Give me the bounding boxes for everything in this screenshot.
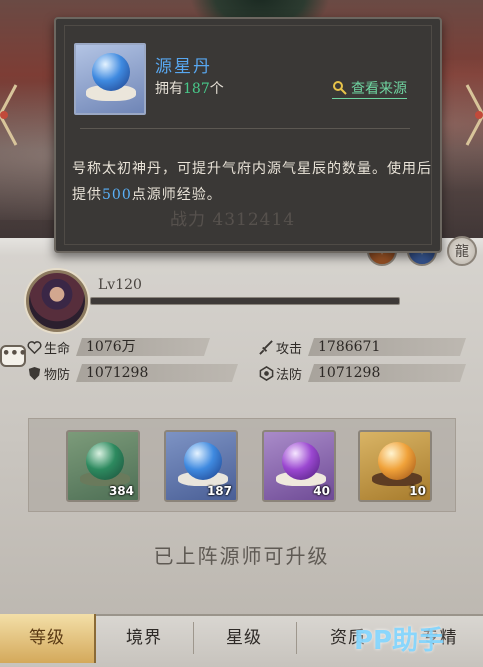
stat-mag-def-label: 法防 bbox=[276, 367, 303, 383]
tooltip-divider bbox=[80, 128, 410, 129]
stat-hp-label: 生命 bbox=[44, 341, 71, 357]
upgrade-status-message: 已上阵源师可升级 bbox=[153, 544, 330, 568]
blue-orb-icon bbox=[184, 442, 222, 480]
chat-icon[interactable]: ••• bbox=[0, 345, 27, 367]
tab-separator bbox=[193, 622, 194, 654]
tab-realm[interactable]: 境界 bbox=[96, 614, 192, 663]
item-count: 40 bbox=[313, 484, 330, 498]
stat-attack-value: 1786671 bbox=[308, 338, 466, 356]
view-source-label: 查看来源 bbox=[351, 81, 407, 97]
purple-orb-icon bbox=[282, 442, 320, 480]
character-level: Lv120 bbox=[98, 277, 142, 293]
exp-item-green[interactable]: 384 bbox=[66, 430, 140, 502]
stat-phys-def-label: 物防 bbox=[44, 367, 71, 383]
stat-mag-def: 法防 1071298 bbox=[258, 363, 466, 383]
chat-icon-glyph: ••• bbox=[2, 346, 27, 361]
shield-icon bbox=[26, 365, 42, 381]
left-arrow-ornament-icon[interactable] bbox=[0, 80, 22, 150]
stat-attack-label: 攻击 bbox=[276, 341, 303, 357]
tooltip-owned: 拥有187个 bbox=[155, 78, 224, 98]
gold-orb-icon bbox=[378, 442, 416, 480]
desc-highlight: 500 bbox=[102, 187, 132, 203]
item-count: 384 bbox=[108, 484, 134, 498]
watermark: PP助手 bbox=[354, 626, 445, 656]
tooltip-item-name: 源星丹 bbox=[155, 57, 212, 77]
sword-icon bbox=[258, 339, 274, 355]
dragon-emblem-icon[interactable]: 龍 bbox=[447, 236, 477, 266]
stat-attack: 攻击 1786671 bbox=[258, 337, 466, 357]
magic-shield-icon bbox=[258, 365, 274, 381]
magnifier-icon bbox=[333, 81, 347, 95]
tab-separator bbox=[296, 622, 297, 654]
right-arrow-ornament-icon[interactable] bbox=[461, 80, 483, 150]
stat-mag-def-value: 1071298 bbox=[308, 364, 466, 382]
tab-star[interactable]: 星级 bbox=[196, 614, 292, 663]
exp-item-blue[interactable]: 187 bbox=[164, 430, 238, 502]
tooltip-item-icon bbox=[74, 43, 146, 115]
exp-item-purple[interactable]: 40 bbox=[262, 430, 336, 502]
heart-icon bbox=[26, 339, 42, 355]
tooltip-description: 号称太初神丹，可提升气府内源气星辰的数量。使用后提供500点源师经验。 bbox=[72, 156, 432, 208]
green-orb-icon bbox=[86, 442, 124, 480]
stat-phys-def-value: 1071298 bbox=[76, 364, 238, 382]
power-ghost-text: 战力 4312414 bbox=[170, 210, 296, 230]
owned-count: 187 bbox=[183, 81, 210, 97]
character-avatar[interactable] bbox=[26, 270, 88, 332]
desc-part2: 点源师经验。 bbox=[131, 187, 222, 203]
owned-suffix: 个 bbox=[209, 81, 224, 97]
tab-level[interactable]: 等级 bbox=[0, 614, 96, 663]
exp-item-gold[interactable]: 10 bbox=[358, 430, 432, 502]
item-count: 187 bbox=[206, 484, 232, 498]
item-count: 10 bbox=[409, 484, 426, 498]
view-source-link[interactable]: 查看来源 bbox=[332, 78, 407, 99]
blue-orb-icon bbox=[92, 53, 130, 91]
owned-prefix: 拥有 bbox=[155, 81, 183, 97]
stat-hp-value: 1076万 bbox=[76, 338, 210, 356]
stat-hp: 生命 1076万 bbox=[26, 337, 210, 357]
stat-phys-def: 物防 1071298 bbox=[26, 363, 238, 383]
exp-bar bbox=[90, 297, 400, 305]
